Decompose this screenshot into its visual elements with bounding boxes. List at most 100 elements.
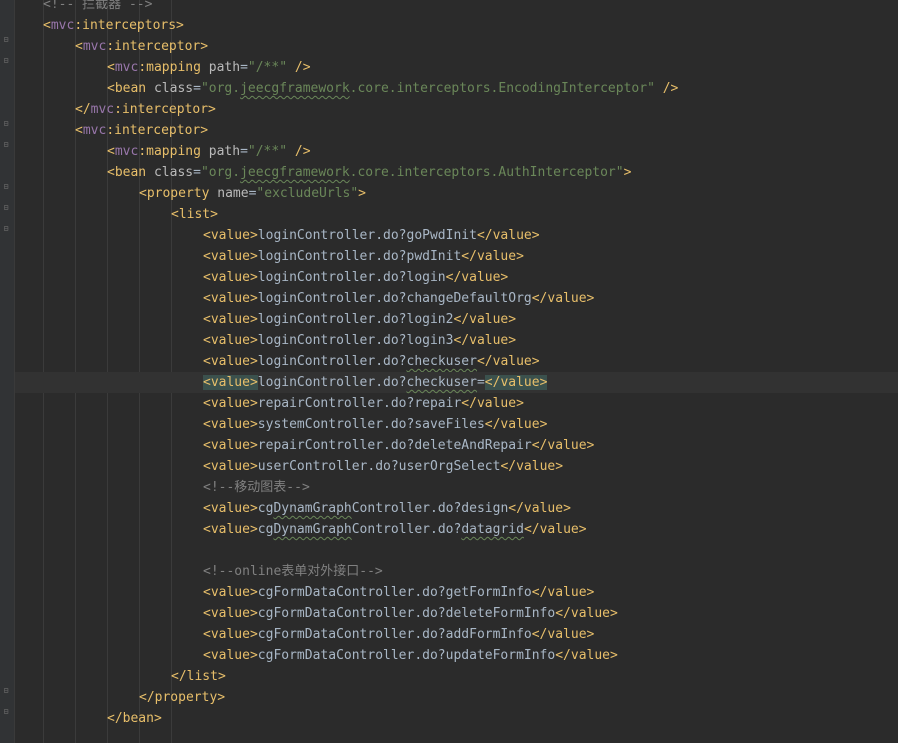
code-line[interactable]: <value>cgDynamGraphController.do?datagri… <box>15 519 898 540</box>
code-token: = <box>476 375 485 390</box>
code-line[interactable]: <bean class="org.jeecgframework.core.int… <box>15 162 898 183</box>
code-line[interactable]: <value>loginController.do?checkuser</val… <box>15 351 898 372</box>
code-line[interactable]: <mvc:interceptors> <box>15 15 898 36</box>
code-token: :interceptor> <box>114 102 216 117</box>
code-token: repairController.do?repair <box>257 396 462 411</box>
code-token: </value> <box>461 249 524 264</box>
code-line[interactable]: <list> <box>15 204 898 225</box>
code-line[interactable]: <value>cgDynamGraphController.do?design<… <box>15 498 898 519</box>
code-token: <value> <box>203 228 258 243</box>
code-token: loginController.do?goPwdInit <box>257 228 477 243</box>
code-token: :interceptor> <box>106 123 209 138</box>
code-token: </list> <box>171 669 226 684</box>
code-token: "org. <box>200 165 241 180</box>
code-line[interactable]: <mvc:mapping path="/**" /> <box>15 57 898 78</box>
code-token: :interceptors> <box>74 18 184 33</box>
code-token: cgFormDataController.do?deleteFormInfo <box>257 606 556 621</box>
code-token: </value> <box>484 417 548 432</box>
code-token: <value> <box>203 438 258 453</box>
code-token: loginController.do?pwdInit <box>257 249 462 264</box>
code-token: <value> <box>203 501 258 516</box>
code-token: <!--online表单对外接口--> <box>203 564 383 579</box>
code-line[interactable]: <mvc:interceptor> <box>15 36 898 57</box>
code-token: < <box>75 39 83 54</box>
code-line[interactable]: <mvc:interceptor> <box>15 120 898 141</box>
code-token: </value> <box>555 606 618 621</box>
code-line[interactable]: <value>cgFormDataController.do?deleteFor… <box>15 603 898 624</box>
code-line[interactable]: <value>repairController.do?repair</value… <box>15 393 898 414</box>
code-token: </value> <box>500 459 564 474</box>
code-line[interactable]: <value>loginController.do?pwdInit</value… <box>15 246 898 267</box>
fold-icon[interactable]: ⊟ <box>2 120 10 128</box>
fold-icon[interactable]: ⊟ <box>2 708 10 716</box>
code-token: loginController.do? <box>257 354 407 369</box>
code-line[interactable]: </bean> <box>15 708 898 729</box>
code-token: loginController.do?login3 <box>257 333 454 348</box>
code-token: mvc <box>50 18 75 33</box>
code-line[interactable]: <value>loginController.do?changeDefaultO… <box>15 288 898 309</box>
code-token: = <box>240 60 248 75</box>
code-token: mvc <box>90 102 115 117</box>
fold-icon[interactable]: ⊟ <box>2 36 10 44</box>
code-token: mvc <box>82 123 107 138</box>
code-line[interactable]: <value>repairController.do?deleteAndRepa… <box>15 435 898 456</box>
fold-icon[interactable]: ⊟ <box>2 57 10 65</box>
code-line[interactable] <box>15 540 898 561</box>
code-line[interactable]: <mvc:mapping path="/**" /> <box>15 141 898 162</box>
code-token: <value> <box>203 249 258 264</box>
code-line[interactable]: <property name="excludeUrls"> <box>15 183 898 204</box>
code-token: jeecgframework <box>240 165 350 180</box>
code-token: = <box>240 144 248 159</box>
code-line[interactable]: <value>systemController.do?saveFiles</va… <box>15 414 898 435</box>
code-line[interactable]: <value>cgFormDataController.do?updateFor… <box>15 645 898 666</box>
code-token: loginController.do?login <box>257 270 446 285</box>
code-line[interactable]: <value>cgFormDataController.do?addFormIn… <box>15 624 898 645</box>
code-token: cg <box>257 501 274 516</box>
code-token: <value> <box>203 396 258 411</box>
code-token: </ <box>75 102 91 117</box>
code-line[interactable]: <value>loginController.do?goPwdInit</val… <box>15 225 898 246</box>
code-editor[interactable]: <!-- 拦截器 --> <mvc:interceptors> <mvc:inter… <box>15 0 898 743</box>
code-token: <!-- 拦截器 --> <box>43 0 153 12</box>
code-token: "/**" <box>247 144 288 159</box>
code-token: < <box>75 123 83 138</box>
code-line[interactable]: <!--online表单对外接口--> <box>15 561 898 582</box>
code-token: </property> <box>139 690 226 705</box>
code-line[interactable]: <value>loginController.do?login2</value> <box>15 309 898 330</box>
fold-icon[interactable]: ⊟ <box>2 687 10 695</box>
code-line[interactable]: <value>cgFormDataController.do?getFormIn… <box>15 582 898 603</box>
fold-icon[interactable]: ⊟ <box>2 204 10 212</box>
code-token: <value> <box>203 333 258 348</box>
code-token: class <box>153 165 194 180</box>
code-line[interactable]: <value>loginController.do?login</value> <box>15 267 898 288</box>
fold-icon[interactable]: ⊟ <box>2 183 10 191</box>
code-line[interactable]: <value>userController.do?userOrgSelect</… <box>15 456 898 477</box>
code-token: :interceptor> <box>106 39 209 54</box>
code-token: </value> <box>453 333 517 348</box>
code-token: </value> <box>531 438 595 453</box>
code-line[interactable]: <value>loginController.do?checkuser=</va… <box>15 372 898 393</box>
code-line[interactable]: <!--移动图表--> <box>15 477 898 498</box>
fold-icon[interactable]: ⊟ <box>2 141 10 149</box>
code-line[interactable]: <bean class="org.jeecgframework.core.int… <box>15 78 898 99</box>
fold-icon[interactable]: ⊟ <box>2 225 10 233</box>
code-token: mvc <box>114 144 139 159</box>
code-token: cgFormDataController.do?getFormInfo <box>257 585 532 600</box>
code-token: <value> <box>203 459 258 474</box>
code-token: DynamGraph <box>273 501 352 516</box>
code-token: </value> <box>445 270 509 285</box>
code-token: datagrid <box>461 522 524 537</box>
code-line[interactable]: </list> <box>15 666 898 687</box>
code-line[interactable]: <!-- 拦截器 --> <box>15 0 898 15</box>
code-line[interactable]: </property> <box>15 687 898 708</box>
code-token: <value> <box>203 354 258 369</box>
code-token: .core.interceptors.EncodingInterceptor" <box>349 81 655 96</box>
code-token: "/**" <box>247 60 288 75</box>
code-token: repairController.do?deleteAndRepair <box>257 438 532 453</box>
code-line[interactable]: <value>loginController.do?login3</value> <box>15 330 898 351</box>
code-token: <bean <box>107 165 154 180</box>
code-token: </bean> <box>107 711 162 726</box>
code-token: = <box>193 81 201 96</box>
code-token: <value> <box>203 522 258 537</box>
code-line[interactable]: </mvc:interceptor> <box>15 99 898 120</box>
